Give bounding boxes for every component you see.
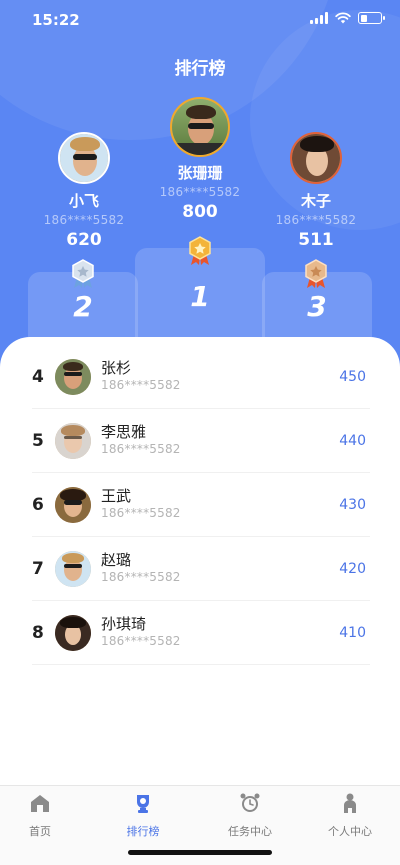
signal-icon	[310, 12, 328, 24]
row-score: 440	[339, 433, 366, 449]
podium-rank-second: 2	[73, 290, 93, 323]
podium-name: 木子	[300, 192, 331, 210]
podium-phone: 186****5582	[275, 213, 357, 227]
row-rank: 4	[32, 367, 44, 387]
status-bar: 15:22	[0, 0, 400, 40]
row-name: 赵璐	[101, 551, 132, 569]
tab-home[interactable]: 首页	[0, 792, 90, 839]
row-rank: 8	[32, 623, 44, 643]
status-icons	[310, 12, 385, 24]
row-phone: 186****5582	[101, 634, 181, 648]
home-icon	[31, 795, 49, 812]
row-name: 孙琪琦	[101, 615, 147, 633]
tab-ranking[interactable]: 排行榜	[93, 792, 193, 839]
row-rank: 7	[32, 559, 44, 579]
avatar	[170, 97, 230, 157]
person-icon	[344, 793, 356, 813]
list-item[interactable]: 4 张杉 186****5582 450	[32, 345, 370, 409]
podium-score: 800	[182, 202, 218, 222]
podium-first[interactable]: 张珊珊 186****5582 800	[145, 97, 255, 222]
podium-third[interactable]: 木子 186****5582 511	[262, 132, 370, 250]
row-phone: 186****5582	[101, 570, 181, 584]
avatar	[55, 359, 91, 395]
podium-rank-first: 1	[190, 280, 210, 313]
tab-label: 任务中心	[228, 825, 272, 838]
avatar	[55, 487, 91, 523]
bronze-medal-icon	[305, 259, 327, 288]
row-name: 张杉	[101, 359, 132, 377]
row-score: 410	[339, 625, 366, 641]
podium-second[interactable]: 小飞 186****5582 620	[30, 132, 138, 250]
podium-phone: 186****5582	[43, 213, 125, 227]
home-indicator	[128, 850, 272, 855]
row-score: 430	[339, 497, 366, 513]
row-phone: 186****5582	[101, 378, 181, 392]
row-score: 450	[339, 369, 366, 385]
podium-phone: 186****5582	[159, 185, 241, 199]
avatar	[55, 423, 91, 459]
tab-label: 个人中心	[328, 825, 372, 838]
status-time: 15:22	[32, 11, 80, 29]
alarm-clock-icon	[240, 793, 260, 812]
avatar	[290, 132, 342, 184]
wifi-icon	[335, 12, 351, 24]
ranking-list: 4 张杉 186****5582 450 5 李思雅 186****5582 4…	[0, 337, 400, 792]
page-title: 排行榜	[174, 59, 226, 79]
avatar	[55, 615, 91, 651]
podium-name: 张珊珊	[177, 164, 223, 182]
list-item[interactable]: 7 赵璐 186****5582 420	[32, 537, 370, 601]
row-score: 420	[339, 561, 366, 577]
row-phone: 186****5582	[101, 442, 181, 456]
row-rank: 5	[32, 431, 44, 451]
avatar	[55, 551, 91, 587]
row-name: 李思雅	[101, 423, 147, 441]
podium-rank-third: 3	[307, 290, 327, 323]
podium-score: 620	[66, 230, 102, 250]
list-item[interactable]: 5 李思雅 186****5582 440	[32, 409, 370, 473]
silver-medal-icon	[72, 259, 94, 288]
podium-name: 小飞	[68, 192, 99, 210]
trophy-icon	[137, 795, 149, 813]
gold-medal-icon	[189, 236, 211, 265]
tab-profile[interactable]: 个人中心	[300, 792, 400, 839]
avatar	[58, 132, 110, 184]
row-phone: 186****5582	[101, 506, 181, 520]
tab-label: 首页	[29, 825, 51, 838]
list-item[interactable]: 6 王武 186****5582 430	[32, 473, 370, 537]
tab-tasks[interactable]: 任务中心	[200, 792, 300, 839]
list-item[interactable]: 8 孙琪琦 186****5582 410	[32, 601, 370, 665]
podium-score: 511	[298, 230, 334, 250]
row-name: 王武	[101, 487, 132, 505]
tab-label: 排行榜	[126, 825, 160, 838]
battery-icon	[358, 12, 385, 24]
row-rank: 6	[32, 495, 44, 515]
